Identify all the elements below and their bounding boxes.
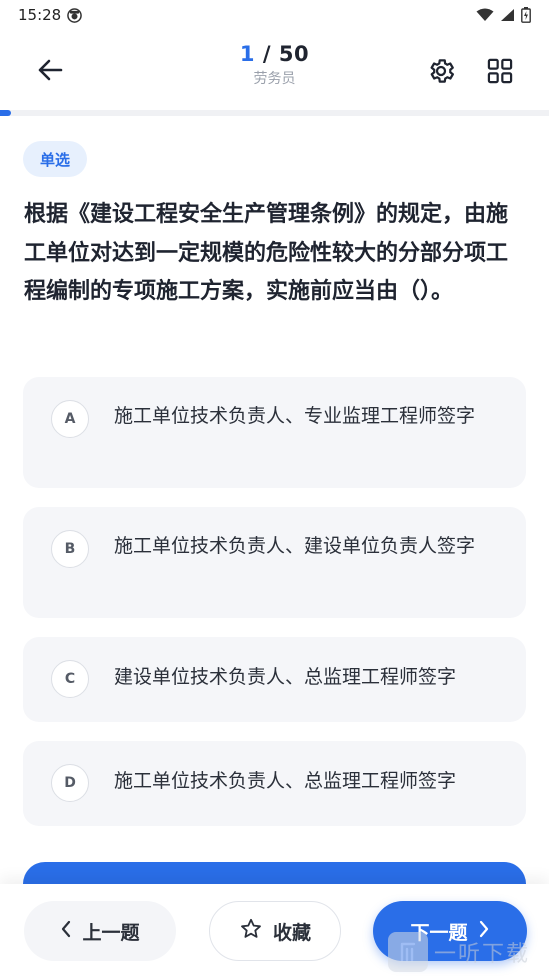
option-text: 建设单位技术负责人、总监理工程师签字	[114, 666, 457, 688]
favorite-label: 收藏	[272, 921, 311, 944]
progress-separator: /	[255, 42, 279, 66]
current-question-number: 1	[239, 42, 256, 66]
previous-question-button[interactable]: 上一题	[24, 901, 176, 961]
status-right	[476, 7, 531, 23]
chevron-left-icon	[60, 920, 72, 943]
quiz-page: 15:28 1 / 50 劳务员 单选 根据《建设工程安全生产管理条例》的规定，…	[0, 0, 549, 976]
progress-count: 1 / 50	[0, 42, 549, 66]
question-type-badge: 单选	[23, 141, 88, 177]
gear-icon	[426, 56, 456, 90]
option-letter: A	[51, 400, 89, 438]
wifi-icon	[476, 8, 494, 22]
option-letter: D	[51, 764, 89, 802]
question-grid-button[interactable]	[480, 52, 520, 94]
total-question-count: 50	[278, 42, 310, 66]
bottom-navigation: 上一题 收藏 下一题	[0, 884, 549, 976]
option-text: 施工单位技术负责人、总监理工程师签字	[114, 770, 457, 792]
option-d[interactable]: D 施工单位技术负责人、总监理工程师签字	[23, 741, 526, 826]
signal-icon	[500, 8, 515, 22]
next-question-label: 下一题	[410, 921, 468, 944]
progress-fill	[0, 110, 11, 116]
status-left: 15:28	[18, 6, 83, 24]
status-time: 15:28	[18, 6, 62, 24]
star-icon	[239, 917, 263, 946]
next-question-button[interactable]: 下一题	[373, 901, 527, 961]
option-letter: B	[51, 530, 89, 568]
option-c[interactable]: C 建设单位技术负责人、总监理工程师签字	[23, 637, 526, 722]
option-text: 施工单位技术负责人、建设单位负责人签字	[114, 535, 476, 557]
settings-button[interactable]	[420, 52, 462, 94]
option-b[interactable]: B 施工单位技术负责人、建设单位负责人签字	[23, 507, 526, 618]
status-bar: 15:28	[0, 0, 549, 30]
question-text: 根据《建设工程安全生产管理条例》的规定，由施工单位对达到一定规模的危险性较大的分…	[24, 202, 509, 304]
option-letter: C	[51, 660, 89, 698]
subject-name: 劳务员	[253, 71, 296, 87]
previous-question-label: 上一题	[82, 921, 140, 944]
option-a[interactable]: A 施工单位技术负责人、专业监理工程师签字	[23, 377, 526, 488]
grid-icon	[486, 57, 514, 89]
option-text: 施工单位技术负责人、专业监理工程师签字	[114, 405, 476, 427]
top-app-bar: 1 / 50 劳务员	[0, 30, 549, 110]
question-progress: 1 / 50 劳务员	[0, 42, 549, 88]
notification-face-icon	[67, 7, 83, 23]
favorite-button[interactable]: 收藏	[209, 901, 341, 961]
battery-icon	[521, 7, 531, 23]
progress-track	[0, 110, 549, 116]
chevron-right-icon	[478, 920, 490, 943]
